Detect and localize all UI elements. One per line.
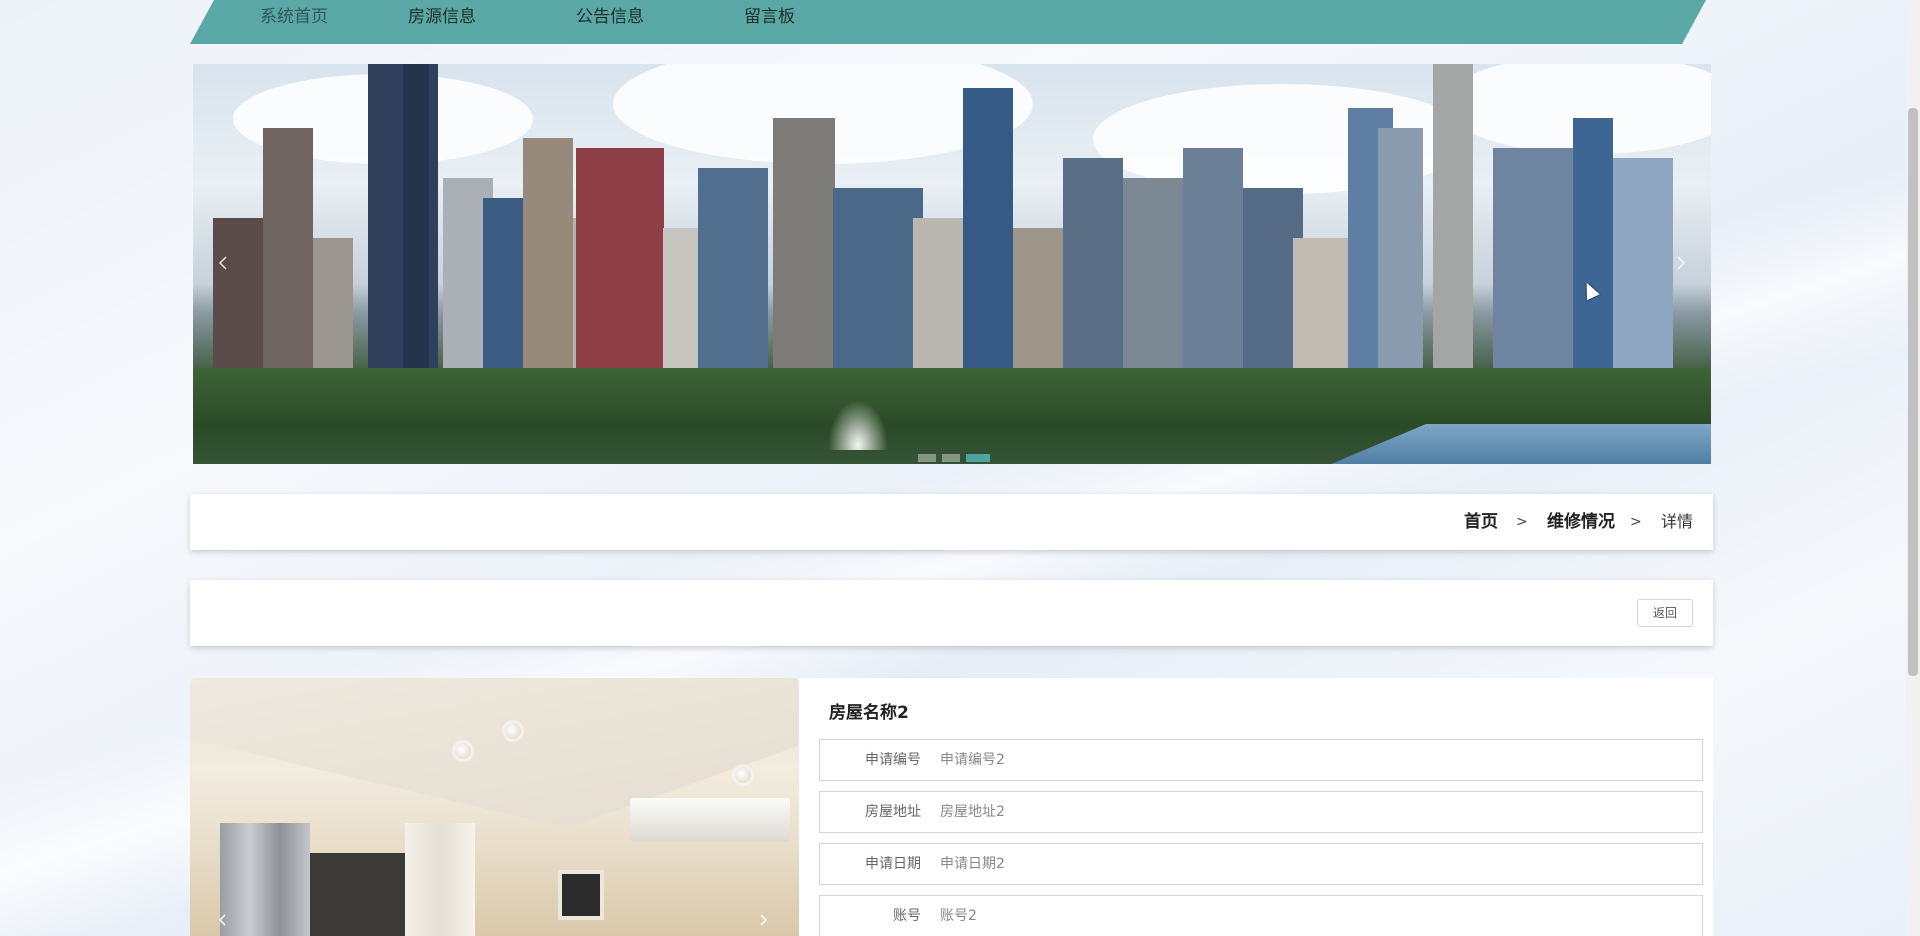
- building: [1613, 158, 1673, 378]
- field-label: 申请日期: [865, 856, 921, 872]
- building: [1063, 158, 1123, 378]
- nav-item-listings[interactable]: 房源信息: [408, 0, 476, 34]
- carousel-dot-active[interactable]: [966, 454, 990, 462]
- detail-panel: 房屋名称2 申请编号 申请编号2 房屋地址 房屋地址2 申请日期 申请日期2 账…: [799, 678, 1713, 936]
- nav-item-announcements[interactable]: 公告信息: [576, 0, 644, 34]
- property-photo: [190, 678, 799, 936]
- main-nav: 系统首页 房源信息 公告信息 留言板: [190, 0, 1706, 44]
- building: [403, 64, 429, 378]
- detail-row-application-number: 申请编号 申请编号2: [819, 739, 1703, 781]
- curtain: [405, 823, 475, 936]
- curtain: [220, 823, 310, 936]
- building: [1573, 118, 1613, 378]
- building: [1123, 178, 1183, 378]
- building: [1378, 128, 1423, 378]
- building: [1183, 148, 1243, 378]
- chevron-left-icon: [218, 914, 226, 926]
- photo-next-button[interactable]: [760, 914, 768, 930]
- wall-frame: [558, 870, 604, 920]
- carousel-indicators: [918, 454, 990, 462]
- field-label: 房屋地址: [865, 804, 921, 820]
- action-bar: 返回: [190, 580, 1713, 646]
- field-value: 申请编号2: [940, 752, 1005, 768]
- field-label: 申请编号: [865, 752, 921, 768]
- carousel-next-button[interactable]: [1666, 250, 1696, 280]
- carousel-prev-button[interactable]: [208, 250, 238, 280]
- field-value: 账号2: [940, 908, 977, 924]
- air-conditioner: [630, 798, 790, 842]
- detail-row-address: 房屋地址 房屋地址2: [819, 791, 1703, 833]
- building: [1433, 64, 1473, 378]
- field-label: 账号: [893, 908, 921, 924]
- breadcrumb: 首页 > 维修情况 > 详情: [190, 494, 1713, 550]
- carousel-dot[interactable]: [942, 454, 960, 462]
- chevron-right-icon: [1677, 256, 1686, 270]
- building: [773, 118, 835, 378]
- ceiling-light: [502, 720, 524, 742]
- building: [698, 168, 768, 378]
- building: [1493, 148, 1583, 378]
- breadcrumb-section[interactable]: 维修情况: [1547, 494, 1615, 550]
- nav-item-home[interactable]: 系统首页: [260, 0, 328, 34]
- building: [963, 88, 1013, 378]
- building: [833, 188, 923, 378]
- photo-prev-button[interactable]: [218, 914, 226, 930]
- ceiling-light: [732, 764, 754, 786]
- chevron-right-icon: [760, 914, 768, 926]
- breadcrumb-current: 详情: [1661, 512, 1694, 531]
- ceiling-light: [452, 740, 474, 762]
- banner-carousel: [193, 64, 1711, 464]
- chevron-left-icon: [218, 256, 227, 270]
- breadcrumb-home[interactable]: 首页: [1464, 494, 1498, 550]
- nav-item-message-board[interactable]: 留言板: [744, 0, 795, 34]
- fountain: [828, 400, 888, 450]
- field-value: 申请日期2: [940, 856, 1005, 872]
- building: [576, 148, 664, 378]
- breadcrumb-separator: >: [1516, 514, 1528, 530]
- building: [263, 128, 313, 378]
- building: [313, 238, 353, 378]
- detail-row-account: 账号 账号2: [819, 895, 1703, 936]
- carousel-dot[interactable]: [918, 454, 936, 462]
- scrollbar-thumb[interactable]: [1908, 108, 1918, 676]
- property-name: 房屋名称2: [829, 703, 909, 723]
- back-button[interactable]: 返回: [1637, 599, 1693, 627]
- building: [523, 138, 573, 378]
- page-scrollbar[interactable]: [1906, 0, 1920, 936]
- field-value: 房屋地址2: [940, 804, 1005, 820]
- breadcrumb-separator: >: [1630, 514, 1642, 530]
- detail-row-application-date: 申请日期 申请日期2: [819, 843, 1703, 885]
